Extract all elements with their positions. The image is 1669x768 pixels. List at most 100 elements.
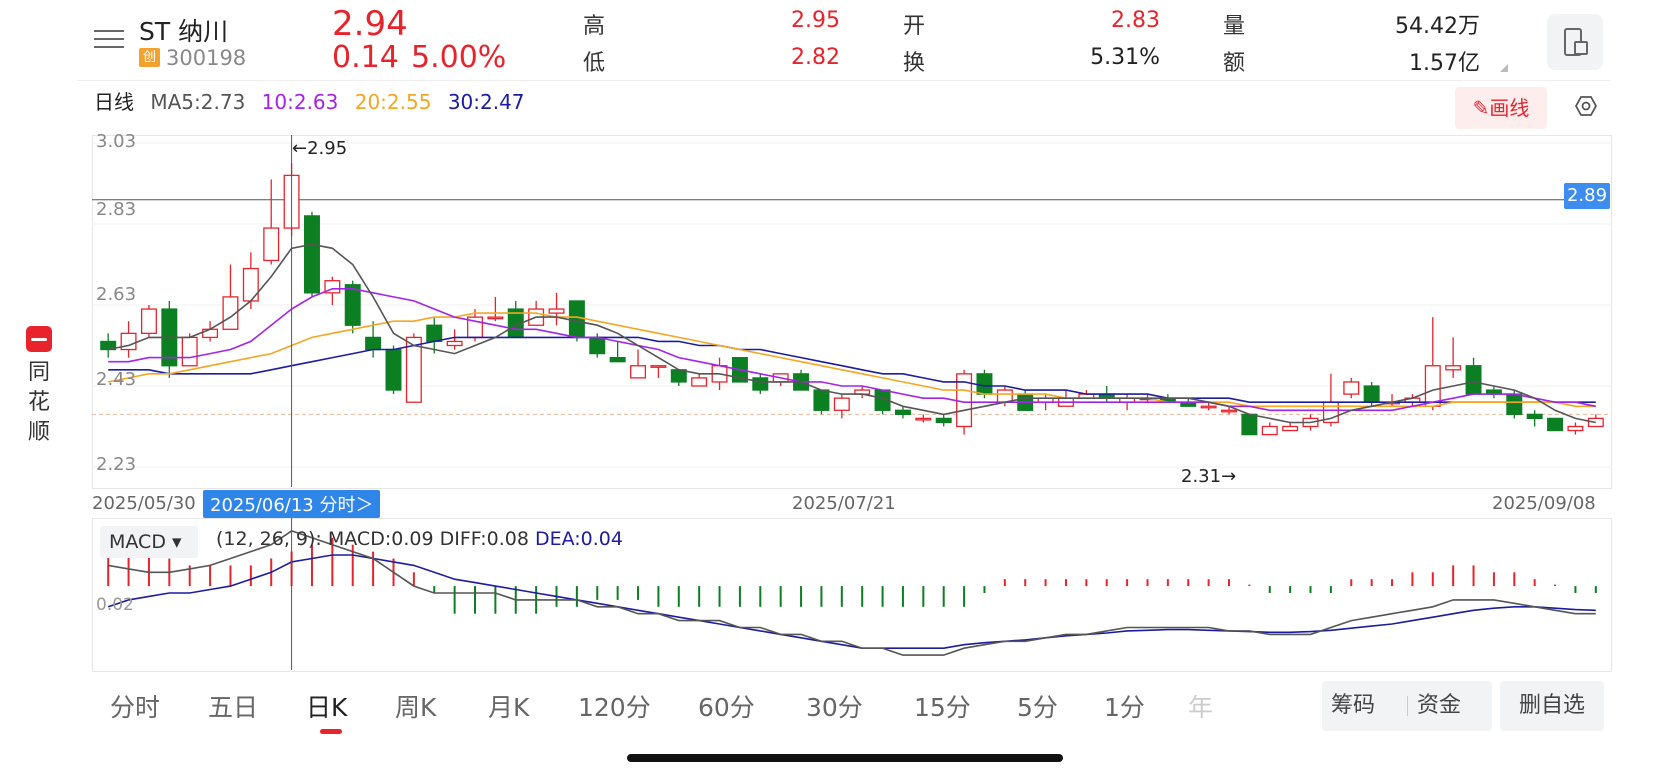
candle-body	[1567, 425, 1584, 432]
turnover-label: 换	[903, 51, 926, 76]
candle-body	[1363, 385, 1380, 403]
candle-body	[915, 417, 932, 421]
y-tick-4: 2.43	[96, 369, 137, 390]
ma5-label: MA5:2.73	[150, 90, 246, 114]
chips-funds-group: 筹码 资金	[1322, 681, 1492, 731]
hexagon-settings-icon[interactable]	[1575, 95, 1597, 117]
stock-name: ST 纳川	[139, 17, 229, 46]
tab-60min[interactable]: 60分	[698, 688, 755, 724]
high-marker: ←2.95	[292, 138, 348, 159]
menu-icon[interactable]	[94, 30, 124, 54]
candle-body	[487, 316, 504, 320]
candle-body	[1221, 409, 1237, 413]
amount-label: 额	[1223, 51, 1246, 76]
candle-body	[1424, 365, 1441, 407]
tab-120min[interactable]: 120分	[578, 688, 651, 724]
candle-body	[140, 308, 157, 335]
candle-body	[181, 336, 198, 367]
date-end: 2025/09/08	[1492, 493, 1596, 514]
candle-body	[752, 377, 769, 391]
tab-weekly-k[interactable]: 周K	[395, 688, 436, 724]
tab-year[interactable]: 年	[1188, 688, 1213, 724]
crosshair-date-tag[interactable]: 2025/06/13 分时＞	[203, 490, 381, 518]
amount-value: 1.57亿	[1409, 51, 1480, 76]
remove-watchlist-button[interactable]: 删自选	[1500, 681, 1604, 731]
candle-body	[1506, 393, 1523, 416]
candle-body	[976, 373, 993, 395]
y-tick-2: 2.83	[96, 199, 137, 220]
current-price: 2.94	[332, 4, 408, 44]
candle-body	[691, 377, 708, 387]
board-badge: 创	[139, 48, 160, 67]
macd-params: (12, 26, 9):	[216, 528, 322, 550]
candle-body	[303, 215, 320, 294]
expand-corner-icon[interactable]	[1500, 64, 1508, 72]
candle-body	[1547, 417, 1564, 432]
candle-body	[650, 365, 667, 368]
candle-body	[1465, 365, 1482, 395]
volume-value: 54.42万	[1395, 14, 1480, 39]
low-value: 2.82	[791, 45, 840, 70]
candle-body	[1445, 365, 1462, 371]
crosshair-price-tag: 2.89	[1564, 183, 1610, 209]
ma-legend: 日线 MA5:2.73 10:2.63 20:2.55 30:2.47	[94, 86, 535, 115]
turnover-value: 5.31%	[1090, 45, 1160, 70]
active-tab-indicator	[320, 729, 342, 734]
candle-body	[813, 389, 830, 411]
high-value: 2.95	[791, 8, 840, 33]
brand-char-2: 花	[27, 390, 50, 415]
candle-body	[548, 308, 565, 314]
header-divider	[77, 80, 1610, 81]
candle-body	[263, 227, 280, 262]
candle-body	[935, 417, 952, 424]
candle-body	[670, 369, 687, 383]
candle-body	[894, 409, 911, 415]
candle-body	[365, 336, 382, 351]
candle-body	[568, 300, 585, 339]
rotate-screen-button[interactable]	[1547, 14, 1603, 70]
y-tick-5: 2.23	[96, 454, 137, 475]
candle-body	[1241, 413, 1258, 436]
candle-body	[446, 340, 463, 347]
volume-label: 量	[1223, 14, 1246, 39]
tab-5min[interactable]: 5分	[1017, 688, 1058, 724]
y-tick-1: 3.03	[96, 131, 137, 152]
ma20-label: 20:2.55	[354, 90, 432, 114]
brand-sidebar[interactable]: 同 花 顺	[26, 326, 52, 448]
ma10-label: 10:2.63	[261, 90, 339, 114]
candle-body	[589, 336, 606, 355]
y-tick-3: 2.63	[96, 284, 137, 305]
candle-body	[1587, 417, 1604, 428]
stock-code: 300198	[166, 46, 247, 70]
candle-body	[344, 284, 361, 326]
tab-1min[interactable]: 1分	[1104, 688, 1145, 724]
chips-button[interactable]: 筹码	[1331, 681, 1375, 731]
macd-y-tick: 0.02	[96, 595, 134, 615]
indicator-selector[interactable]: MACD ▾	[100, 526, 198, 558]
candle-body	[426, 324, 443, 343]
logo-icon	[26, 326, 52, 352]
tab-15min[interactable]: 15分	[914, 688, 971, 724]
candle-body	[630, 365, 647, 379]
price-change: 0.14	[332, 40, 399, 75]
tab-intraday[interactable]: 分时	[110, 688, 160, 724]
tab-daily-k[interactable]: 日K	[306, 688, 347, 724]
draw-line-button[interactable]: ✎画线	[1455, 87, 1547, 129]
diff-value: DIFF:0.08	[439, 528, 529, 550]
candle-body	[1261, 425, 1278, 436]
funds-button[interactable]: 资金	[1417, 681, 1461, 731]
low-marker: 2.31→	[1181, 466, 1237, 487]
kline-chart[interactable]	[92, 135, 1612, 489]
macd-value: MACD:0.09	[327, 528, 434, 550]
candle-body	[1200, 405, 1217, 409]
candle-body	[1282, 425, 1299, 432]
open-label: 开	[903, 14, 926, 39]
tab-30min[interactable]: 30分	[806, 688, 863, 724]
tab-five-day[interactable]: 五日	[208, 688, 258, 724]
tab-monthly-k[interactable]: 月K	[488, 688, 529, 724]
high-label: 高	[583, 14, 606, 39]
ma30-label: 30:2.47	[447, 90, 525, 114]
brand-char-3: 顺	[27, 420, 50, 445]
candle-body	[1343, 381, 1360, 395]
open-value: 2.83	[1111, 8, 1160, 33]
